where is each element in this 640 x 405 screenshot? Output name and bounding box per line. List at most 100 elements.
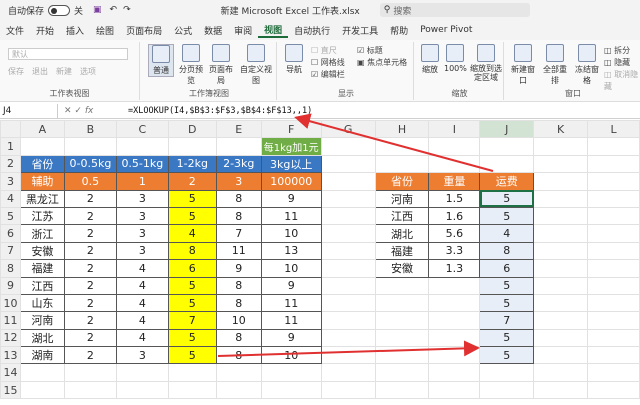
row-header[interactable]: 4	[0, 189, 21, 208]
cell[interactable]	[533, 276, 589, 295]
cell[interactable]: 5	[167, 328, 217, 348]
cell[interactable]: 100000	[260, 172, 322, 191]
cell[interactable]	[428, 346, 481, 365]
new-view-button[interactable]: 新建	[56, 66, 72, 77]
cell[interactable]: 湖南	[19, 346, 65, 365]
zoom-100-button[interactable]: 100%	[444, 44, 467, 73]
normal-view-button[interactable]: 普通	[148, 44, 174, 77]
cell[interactable]: 5	[479, 346, 535, 365]
cell[interactable]	[215, 137, 262, 156]
cell[interactable]: 湖北	[374, 224, 430, 243]
cell[interactable]: 运费	[479, 172, 535, 191]
arrange-all-button[interactable]: 全部重排	[540, 44, 570, 86]
cell[interactable]: 2	[63, 276, 117, 295]
cell[interactable]: 湖北	[19, 328, 65, 348]
cell[interactable]: 7	[215, 224, 262, 243]
cell[interactable]: 黑龙江	[19, 189, 65, 208]
custom-view-button[interactable]: 自定义视图	[238, 44, 274, 86]
undo-icon[interactable]: ↶	[110, 5, 118, 15]
cell[interactable]	[115, 363, 169, 382]
gridlines-checkbox[interactable]: ☐ 网格线	[311, 57, 345, 69]
row-header[interactable]: 12	[0, 328, 21, 348]
column-header[interactable]: B	[63, 119, 117, 139]
cell[interactable]: 11	[260, 206, 322, 226]
cell[interactable]	[479, 363, 535, 382]
name-box[interactable]: J4	[0, 103, 58, 118]
tab-0[interactable]: 文件	[0, 24, 30, 37]
cell[interactable]: 2	[63, 293, 117, 313]
cell[interactable]: 3	[215, 172, 262, 191]
cell[interactable]	[374, 276, 430, 295]
cell[interactable]	[63, 363, 117, 382]
cell[interactable]: 4	[115, 259, 169, 278]
cell[interactable]: 3kg以上	[260, 154, 322, 174]
exit-view-button[interactable]: 退出	[32, 66, 48, 77]
cell[interactable]	[320, 241, 376, 261]
row-header[interactable]: 3	[0, 172, 21, 191]
cell[interactable]	[533, 311, 589, 330]
cell[interactable]: 5	[479, 328, 535, 348]
cell[interactable]	[320, 259, 376, 278]
cell[interactable]: 辅助	[19, 172, 65, 191]
page-break-button[interactable]: 分页预览	[178, 44, 204, 86]
cell[interactable]	[320, 224, 376, 243]
cell[interactable]: 2	[63, 328, 117, 348]
cell[interactable]: 5	[167, 346, 217, 365]
cell[interactable]	[115, 380, 169, 400]
formula-input[interactable]: =XLOOKUP(I4,$B$3:$F$3,$B$4:$F$13,,1)	[128, 106, 312, 116]
cell[interactable]: 1.3	[428, 259, 481, 278]
autosave-toggle[interactable]	[48, 4, 71, 16]
row-header[interactable]: 10	[0, 293, 21, 313]
cell[interactable]: 3.3	[428, 241, 481, 261]
row-header[interactable]: 1	[0, 137, 21, 156]
cell[interactable]	[320, 346, 376, 365]
focus-cell-button[interactable]: ▣ 焦点单元格	[357, 57, 407, 69]
cell[interactable]	[320, 172, 376, 191]
tab-5[interactable]: 公式	[168, 24, 198, 37]
cell[interactable]	[19, 137, 65, 156]
cell[interactable]: 江苏	[19, 206, 65, 226]
cell[interactable]: 1.5	[428, 189, 481, 208]
cell[interactable]	[320, 293, 376, 313]
cell[interactable]: 4	[115, 293, 169, 313]
cell[interactable]	[167, 137, 217, 156]
cell[interactable]	[428, 311, 481, 330]
ruler-checkbox[interactable]: ☐ 直尺	[311, 45, 345, 57]
cell[interactable]: 2	[63, 189, 117, 208]
cell[interactable]	[587, 346, 640, 365]
cell[interactable]	[479, 137, 535, 156]
cell[interactable]: 2	[63, 206, 117, 226]
cell[interactable]: 4	[167, 224, 217, 243]
cell[interactable]	[479, 154, 535, 174]
tab-12[interactable]: Power Pivot	[414, 25, 478, 35]
cell[interactable]	[533, 241, 589, 261]
cell[interactable]	[374, 380, 430, 400]
cell[interactable]	[320, 154, 376, 174]
cell[interactable]	[320, 311, 376, 330]
cell[interactable]: 8	[215, 276, 262, 295]
cell[interactable]: 6	[479, 259, 535, 278]
cell[interactable]: 江西	[374, 206, 430, 226]
cell[interactable]: 5	[479, 293, 535, 313]
zoom-button[interactable]: 缩放	[420, 44, 440, 75]
cell[interactable]	[587, 259, 640, 278]
column-header[interactable]: H	[374, 119, 430, 139]
cell[interactable]	[533, 328, 589, 348]
cell[interactable]: 10	[260, 224, 322, 243]
cell[interactable]	[533, 363, 589, 382]
cell[interactable]	[533, 189, 589, 208]
column-header[interactable]: K	[533, 119, 589, 139]
column-header[interactable]: G	[320, 119, 376, 139]
cell[interactable]: 5	[479, 206, 535, 226]
cell[interactable]	[587, 293, 640, 313]
headings-checkbox[interactable]: ☑ 标题	[357, 45, 407, 57]
cell[interactable]	[428, 293, 481, 313]
cell[interactable]: 8	[215, 346, 262, 365]
split-button[interactable]: ◫ 拆分	[604, 45, 640, 57]
cell[interactable]: 安徽	[374, 259, 430, 278]
cell[interactable]	[320, 328, 376, 348]
cell[interactable]	[215, 380, 262, 400]
cell[interactable]	[587, 206, 640, 226]
cell[interactable]: 山东	[19, 293, 65, 313]
cell[interactable]	[320, 363, 376, 382]
